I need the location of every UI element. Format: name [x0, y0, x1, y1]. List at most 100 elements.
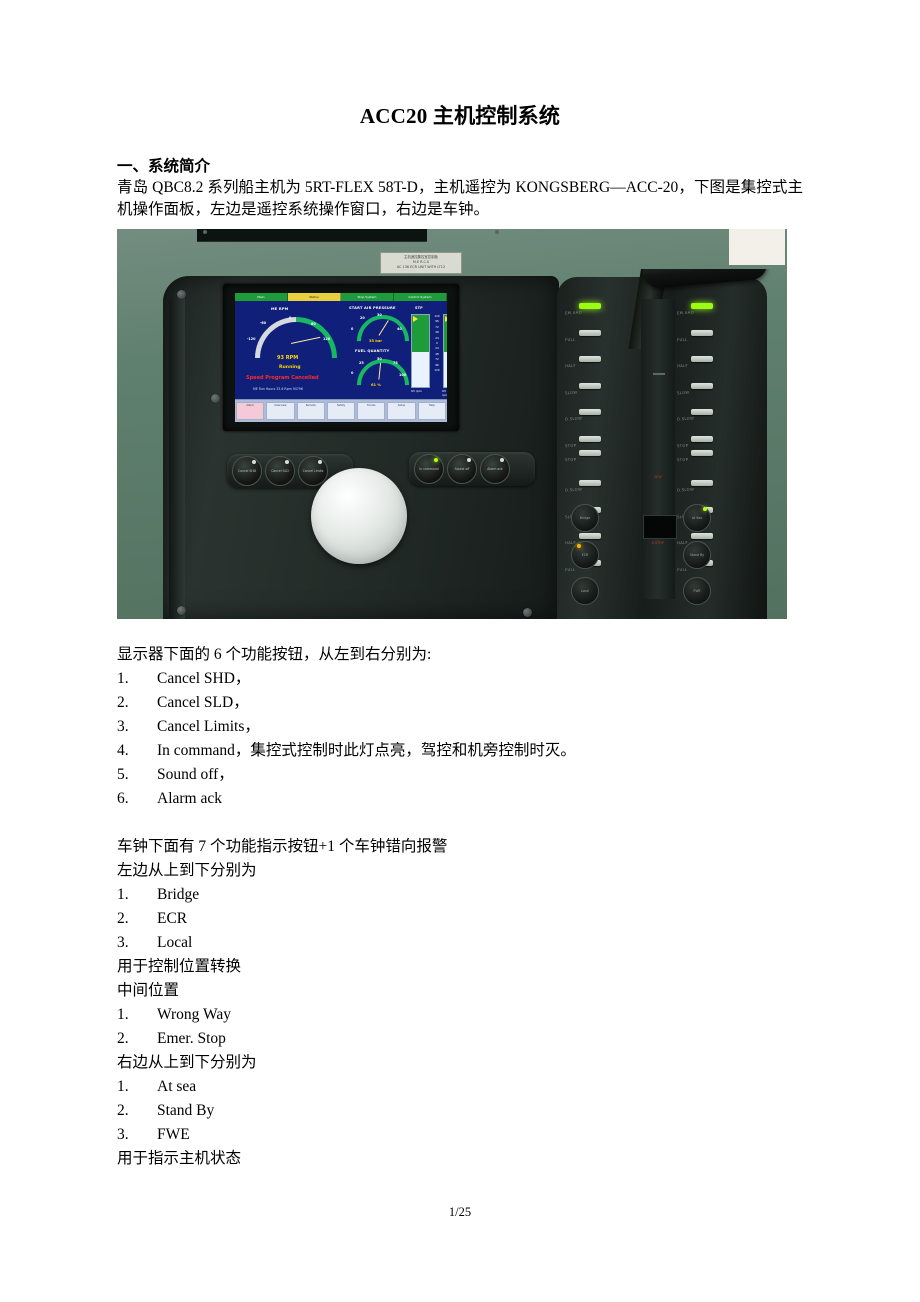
- order-item[interactable]: SLOW: [673, 379, 751, 406]
- screen-bottom-tab-help[interactable]: Help: [417, 402, 446, 420]
- list-item: 2. Stand By: [117, 1099, 803, 1123]
- bar-scale: 120 96 72 48 24 0 24 48 72 96 120: [434, 314, 440, 373]
- list-item-number: 1.: [117, 1006, 129, 1023]
- wall-paper-sheet: [729, 229, 785, 265]
- middle-lead: 中间位置: [117, 982, 180, 999]
- nameplate-line-3: AC 136 ECR UNIT WITH LT12: [396, 265, 446, 270]
- overhead-bracket: [197, 229, 427, 242]
- order-item[interactable]: HALF: [561, 352, 639, 379]
- order-lamp: [691, 303, 713, 309]
- order-label: HALF: [564, 362, 577, 369]
- order-item[interactable]: EM.AHD: [673, 299, 751, 326]
- screen-tab-main[interactable]: Main: [235, 293, 288, 301]
- list-item: 2. ECR: [117, 907, 803, 931]
- in-command-button[interactable]: In command: [414, 454, 444, 484]
- list-item-text: Bridge: [157, 886, 200, 903]
- in-command-led: [434, 458, 438, 462]
- telegraph-block: 车钟下面有 7 个功能指示按钮+1 个车钟错向报警 左边从上到下分别为 1. B…: [117, 835, 803, 1171]
- screen-tab-status[interactable]: Status: [288, 293, 341, 301]
- order-item[interactable]: STOP: [673, 449, 751, 477]
- alarm-ack-button[interactable]: Alarm ack: [480, 454, 510, 484]
- cancel-shd-button[interactable]: Cancel SHD: [232, 456, 262, 486]
- list-item-number: 2.: [117, 1102, 129, 1119]
- emergency-stop-lamp[interactable]: E.STOP: [641, 541, 675, 545]
- list-item-text: In command，集控式控制时此灯点亮，驾控和机旁控制时灭。: [157, 742, 576, 759]
- bridge-button[interactable]: Bridge: [571, 504, 599, 532]
- order-lamp: [579, 303, 601, 309]
- start-air-tick-0: 0: [351, 327, 354, 331]
- hmi-screen[interactable]: Main Status Stop System Control System M…: [235, 293, 447, 422]
- list-item-number: 1.: [117, 886, 129, 903]
- order-lamp: [579, 382, 601, 389]
- local-button[interactable]: Local: [571, 577, 599, 605]
- list-item: 1. Bridge: [117, 883, 803, 907]
- start-air-value: 35 bar: [369, 339, 383, 343]
- trackball[interactable]: [311, 468, 407, 564]
- screen-bottom-tab-remote[interactable]: Remote: [296, 402, 325, 420]
- screen-bottom-tab-trends[interactable]: Trends: [357, 402, 386, 420]
- order-item[interactable]: HALF: [673, 352, 751, 379]
- fuel-tick-3: 75: [393, 361, 398, 365]
- screen-bottom-tab-safety[interactable]: Safety: [326, 402, 356, 420]
- order-item[interactable]: FULL: [673, 326, 751, 353]
- right-lead: 右边从上到下分别为: [117, 1054, 257, 1071]
- emergency-stop-cover[interactable]: [643, 515, 677, 539]
- right-note: 用于指示主机状态: [117, 1150, 242, 1167]
- start-air-tick-1: 20: [360, 316, 365, 320]
- order-label: D.SLOW: [676, 486, 695, 493]
- stp-bar: [411, 314, 430, 388]
- order-item[interactable]: D.SLOW: [561, 405, 639, 432]
- screw-icon: [211, 394, 220, 403]
- ecr-console-body: Main Status Stop System Control System M…: [163, 276, 559, 619]
- stand-by-button[interactable]: Stand By: [683, 541, 711, 569]
- left-note: 用于控制位置转换: [117, 958, 242, 975]
- sound-off-button[interactable]: Sound off: [447, 454, 477, 484]
- list-item-text: Wrong Way: [157, 1006, 232, 1023]
- screen-tab-stop-system[interactable]: Stop System: [341, 293, 394, 301]
- order-lamp: [691, 449, 713, 456]
- bridge-label: Bridge: [579, 516, 591, 520]
- order-lamp: [691, 435, 713, 442]
- order-lamp: [579, 435, 601, 442]
- order-item[interactable]: STOP: [561, 449, 639, 477]
- fwe-button[interactable]: FWE: [683, 577, 711, 605]
- order-item[interactable]: D.SLOW: [673, 476, 751, 503]
- screen-bottom-tab-setup[interactable]: Setup: [387, 402, 416, 420]
- screen-tab-control-system[interactable]: Control System: [394, 293, 447, 301]
- wrong-way-lamp[interactable]: W.W: [641, 475, 675, 479]
- cancel-sld-button[interactable]: Cancel SLD: [265, 456, 295, 486]
- at-sea-led: [703, 507, 707, 511]
- cancel-limits-led: [318, 460, 322, 464]
- order-item[interactable]: D.SLOW: [561, 476, 639, 503]
- fuel-tick-0: 0: [351, 371, 354, 375]
- list-item-text: Local: [157, 934, 193, 951]
- list-item-number: 3.: [117, 718, 129, 735]
- document-page: ACC20 主机控制系统 一、系统简介 青岛 QBC8.2 系列船主机为 5RT…: [0, 0, 920, 1302]
- list-item: 4. In command，集控式控制时此灯点亮，驾控和机旁控制时灭。: [117, 739, 803, 763]
- order-lamp: [691, 533, 713, 539]
- order-item[interactable]: D.SLOW: [673, 405, 751, 432]
- sound-off-label: Sound off: [454, 467, 470, 471]
- order-item[interactable]: EM.AHD: [561, 299, 639, 326]
- cancel-limits-button[interactable]: Cancel Limits: [298, 456, 328, 486]
- fuel-quantity-title: FUEL QUANTITY: [355, 349, 390, 353]
- list-item-number: 4.: [117, 742, 129, 759]
- start-air-tick-2: 30: [377, 313, 382, 317]
- list-item-number: 2.: [117, 1030, 129, 1047]
- at-sea-button[interactable]: At Sea: [683, 504, 711, 532]
- cancel-sld-led: [285, 460, 289, 464]
- order-lamp: [579, 449, 601, 456]
- order-item[interactable]: FULL: [561, 326, 639, 353]
- right-button-pod: In command Sound off Alarm ack: [409, 452, 535, 486]
- list-item: 1. At sea: [117, 1075, 803, 1099]
- order-item[interactable]: SLOW: [561, 379, 639, 406]
- order-label: STOP: [676, 456, 689, 462]
- screen-bottom-tab-overview[interactable]: Overview: [266, 402, 295, 420]
- order-lamp: [691, 480, 713, 486]
- screen-bottom-tab-alarm[interactable]: Alarm: [236, 402, 265, 420]
- order-lamp: [691, 329, 713, 336]
- ecr-button[interactable]: ECR: [571, 541, 599, 569]
- order-item[interactable]: STOP: [561, 432, 639, 450]
- start-air-tick-3: 40: [397, 327, 402, 331]
- order-item[interactable]: STOP: [673, 432, 751, 450]
